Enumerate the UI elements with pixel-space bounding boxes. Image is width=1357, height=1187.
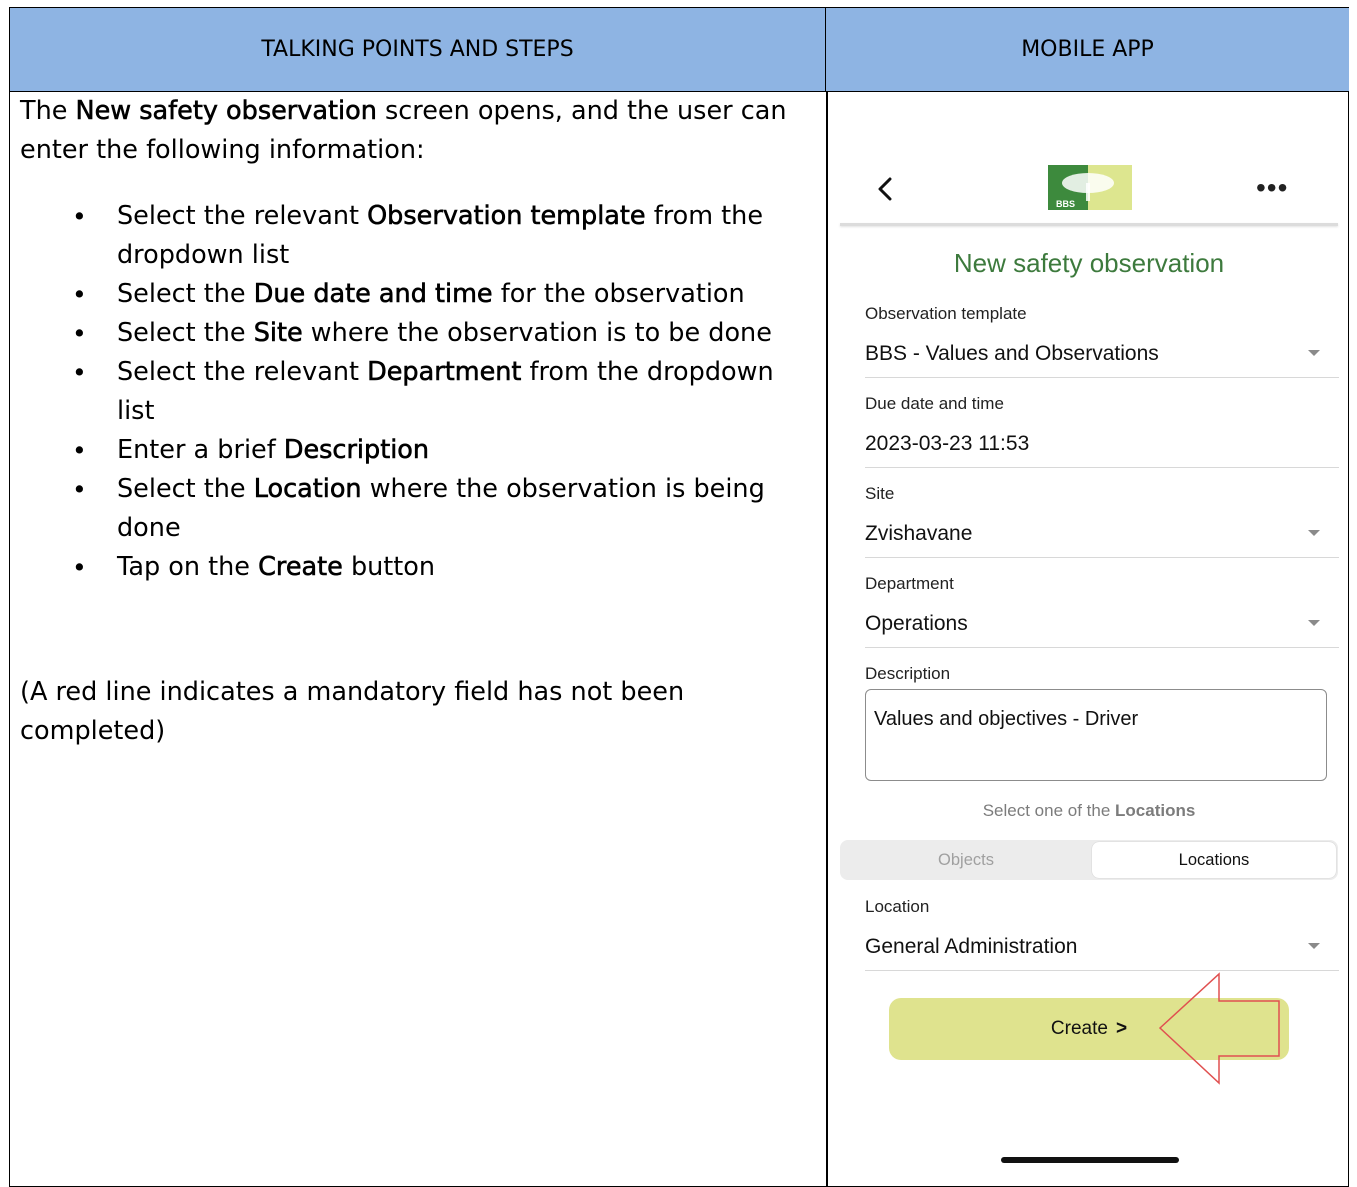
site-label: Site [865, 484, 895, 503]
divider [865, 970, 1339, 971]
description-input[interactable]: Values and objectives - Driver [865, 689, 1327, 781]
more-options-icon[interactable]: ••• [1256, 174, 1288, 202]
screen-title: New safety observation [953, 248, 1225, 278]
list-item: Select the relevant Observation template… [20, 197, 800, 275]
location-caret-icon[interactable] [1308, 943, 1320, 949]
objects-locations-toggle: Objects Locations [840, 840, 1338, 880]
due-date-field[interactable]: 2023-03-23 11:53 [865, 432, 1029, 456]
location-label: Location [865, 897, 930, 916]
back-chevron-icon[interactable] [874, 176, 896, 202]
divider [865, 377, 1339, 378]
locations-hint: Select one of the Locations [982, 801, 1196, 820]
mandatory-note: (A red line indicates a mandatory field … [20, 677, 685, 746]
mobile-screenshot: BBS ••• New safety observation Observati… [830, 92, 1350, 1174]
site-caret-icon[interactable] [1308, 530, 1320, 536]
home-indicator [1001, 1157, 1179, 1163]
divider [865, 557, 1339, 558]
description-label: Description [865, 664, 951, 683]
tab-objects[interactable]: Objects [842, 842, 1090, 878]
template-dropdown[interactable]: BBS - Values and Observations [865, 342, 1159, 366]
red-arrow-annotation-icon [1158, 972, 1280, 1085]
template-caret-icon[interactable] [1308, 350, 1320, 356]
department-label: Department [865, 574, 954, 593]
department-dropdown[interactable]: Operations [865, 612, 968, 636]
steps-list: Select the relevant Observation template… [20, 197, 800, 587]
intro-paragraph: The New safety observation screen opens,… [20, 96, 787, 165]
header-talking-points: TALKING POINTS AND STEPS [10, 8, 826, 92]
list-item: Select the Location where the observatio… [20, 470, 800, 548]
department-caret-icon[interactable] [1308, 620, 1320, 626]
location-dropdown[interactable]: General Administration [865, 935, 1077, 959]
list-item: Select the Site where the observation is… [20, 314, 800, 353]
due-date-label: Due date and time [865, 394, 1004, 413]
site-dropdown[interactable]: Zvishavane [865, 522, 972, 546]
divider [865, 467, 1339, 468]
chevron-right-icon: > [1115, 1018, 1128, 1039]
tab-locations[interactable]: Locations [1092, 842, 1336, 878]
nav-divider [840, 223, 1338, 226]
logo-text: BBS [1056, 199, 1075, 209]
header-mobile-app: MOBILE APP [826, 8, 1349, 92]
list-item: Select the Due date and time for the obs… [20, 275, 800, 314]
column-divider [826, 92, 828, 1186]
list-item: Tap on the Create button [20, 548, 800, 587]
create-button-label: Create [1050, 1018, 1108, 1039]
talking-points-cell: The New safety observation screen opens,… [20, 92, 800, 751]
template-label: Observation template [865, 304, 1027, 323]
bbs-logo: BBS [1048, 165, 1132, 210]
divider [865, 647, 1339, 648]
list-item: Select the relevant Department from the … [20, 353, 800, 431]
list-item: Enter a brief Description [20, 431, 800, 470]
